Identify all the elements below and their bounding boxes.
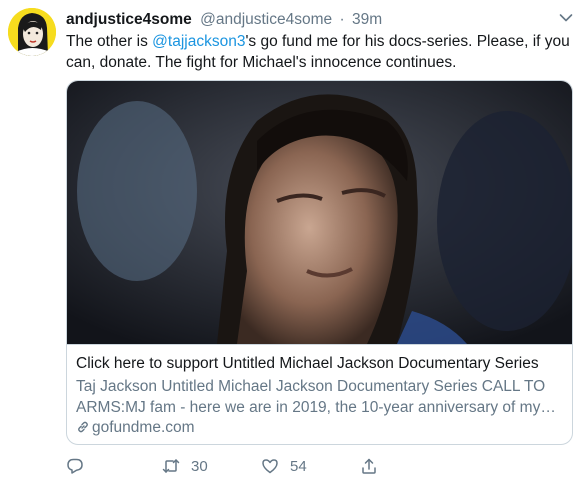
avatar[interactable]: [8, 8, 56, 56]
mention-link[interactable]: @tajjackson3: [152, 33, 245, 50]
heart-icon: [262, 459, 278, 474]
tweet[interactable]: andjustice4some @andjustice4some · 39m T…: [0, 0, 584, 491]
avatar-cartoon-icon: [8, 8, 56, 56]
reply-button[interactable]: [66, 455, 95, 477]
card-photo: [67, 81, 572, 344]
tweet-text-before: The other is: [66, 33, 153, 50]
share-icon: [362, 458, 376, 474]
user-handle[interactable]: @andjustice4some: [200, 11, 332, 28]
retweet-count: 30: [191, 457, 208, 475]
display-name[interactable]: andjustice4some: [66, 11, 192, 28]
like-button[interactable]: 54: [261, 455, 307, 477]
more-options-button[interactable]: [559, 13, 573, 23]
like-count: 54: [290, 457, 307, 475]
separator-dot: ·: [339, 11, 345, 28]
retweet-button[interactable]: 30: [162, 455, 208, 477]
card-image[interactable]: [67, 81, 572, 344]
retweet-icon: [162, 459, 180, 473]
timestamp[interactable]: 39m: [352, 11, 382, 28]
tweet-actions: 30 54: [66, 455, 574, 477]
tweet-text: The other is @tajjackson3's go fund me f…: [66, 31, 574, 73]
chevron-down-icon: [559, 14, 573, 22]
tweet-header: andjustice4some @andjustice4some · 39m: [66, 9, 382, 31]
card-description: Taj Jackson Untitled Michael Jackson Doc…: [76, 378, 546, 416]
card-title[interactable]: Click here to support Untitled Michael J…: [76, 353, 566, 375]
card-domain-text: gofundme.com: [92, 419, 195, 436]
card-domain: gofundme.com: [76, 417, 195, 439]
link-card[interactable]: Click here to support Untitled Michael J…: [66, 80, 573, 445]
link-icon: [76, 420, 90, 434]
share-button[interactable]: [360, 455, 378, 477]
card-divider: [67, 344, 572, 345]
reply-icon: [67, 458, 83, 474]
